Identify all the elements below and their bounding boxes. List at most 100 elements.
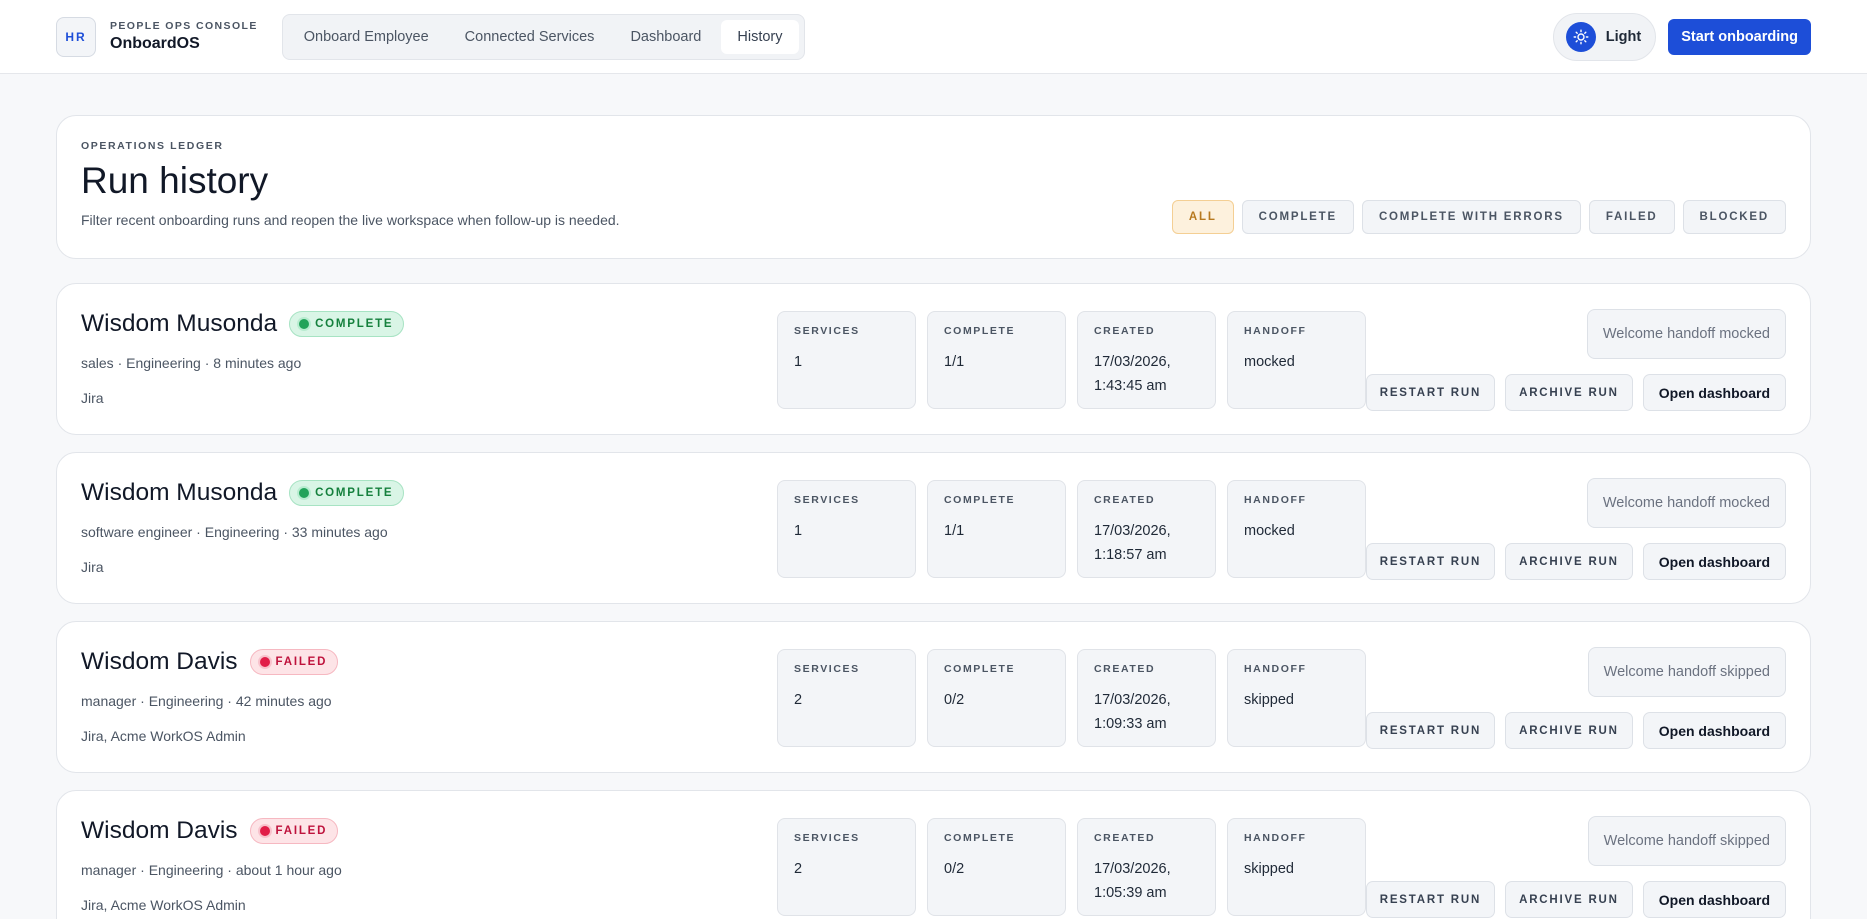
top-bar: HR PEOPLE OPS CONSOLE OnboardOS Onboard … xyxy=(0,0,1867,74)
run-actions: RESTART RUN ARCHIVE RUN Open dashboard xyxy=(1365,881,1786,918)
stat-value: 1/1 xyxy=(944,523,965,539)
handoff-note: Welcome handoff mocked xyxy=(1586,478,1786,528)
status-dot-icon xyxy=(259,826,270,836)
employee-name: Wisdom Musonda xyxy=(81,310,278,337)
stat-complete: COMPLETE 0/2 xyxy=(927,649,1066,747)
restart-run-button[interactable]: RESTART RUN xyxy=(1365,712,1496,749)
status-label: FAILED xyxy=(275,825,328,837)
brand-text: PEOPLE OPS CONSOLE OnboardOS xyxy=(110,20,258,53)
stat-value: 17/03/2026, 1:43:45 am xyxy=(1094,354,1171,394)
status-dot-icon xyxy=(299,319,310,329)
stat-label: SERVICES xyxy=(794,832,860,844)
status-label: COMPLETE xyxy=(315,487,394,499)
tab-history[interactable]: History xyxy=(721,19,799,54)
status-dot-icon xyxy=(299,488,310,498)
stat-complete: COMPLETE 1/1 xyxy=(927,480,1066,578)
stat-label: SERVICES xyxy=(794,494,860,506)
filter-complete-with-errors[interactable]: COMPLETE WITH ERRORS xyxy=(1361,200,1581,234)
stat-label: HANDOFF xyxy=(1244,494,1307,506)
stat-value: 1/1 xyxy=(944,354,965,370)
stat-services: SERVICES 2 xyxy=(777,649,916,747)
stat-handoff: HANDOFF skipped xyxy=(1227,818,1366,916)
handoff-note: Welcome handoff skipped xyxy=(1587,647,1786,697)
stat-services: SERVICES 2 xyxy=(777,818,916,916)
archive-run-button[interactable]: ARCHIVE RUN xyxy=(1505,712,1633,749)
filter-failed[interactable]: FAILED xyxy=(1588,200,1675,234)
stat-value: mocked xyxy=(1244,354,1295,370)
sun-icon xyxy=(1565,22,1596,52)
open-dashboard-button[interactable]: Open dashboard xyxy=(1642,712,1786,749)
employee-name: Wisdom Davis xyxy=(81,648,238,675)
status-filters: ALL COMPLETE COMPLETE WITH ERRORS FAILED… xyxy=(1171,200,1786,234)
stat-label: HANDOFF xyxy=(1244,325,1307,337)
stat-value: mocked xyxy=(1244,523,1295,539)
header-actions: Light Start onboarding xyxy=(1552,0,1811,74)
run-card: Wisdom Davis FAILED manager · Engineerin… xyxy=(56,621,1811,773)
stat-complete: COMPLETE 0/2 xyxy=(927,818,1066,916)
open-dashboard-button[interactable]: Open dashboard xyxy=(1642,374,1786,411)
stat-value: 0/2 xyxy=(944,692,965,708)
handoff-note: Welcome handoff mocked xyxy=(1586,309,1786,359)
main-content: OPERATIONS LEDGER Run history Filter rec… xyxy=(0,115,1867,919)
stat-label: COMPLETE xyxy=(944,494,1016,506)
filter-complete[interactable]: COMPLETE xyxy=(1241,200,1354,234)
theme-toggle[interactable]: Light xyxy=(1552,13,1657,61)
stat-created: CREATED 17/03/2026, 1:09:33 am xyxy=(1077,649,1216,747)
restart-run-button[interactable]: RESTART RUN xyxy=(1365,374,1496,411)
run-card: Wisdom Davis FAILED manager · Engineerin… xyxy=(56,790,1811,919)
stat-services: SERVICES 1 xyxy=(777,311,916,409)
stat-value: skipped xyxy=(1244,861,1294,877)
run-card: Wisdom Musonda COMPLETE sales · Engineer… xyxy=(56,283,1811,435)
stat-value: 1 xyxy=(794,523,803,539)
restart-run-button[interactable]: RESTART RUN xyxy=(1365,543,1496,580)
ledger-kicker: OPERATIONS LEDGER xyxy=(81,140,224,152)
stat-created: CREATED 17/03/2026, 1:05:39 am xyxy=(1077,818,1216,916)
tab-connected-services[interactable]: Connected Services xyxy=(449,20,611,54)
stat-complete: COMPLETE 1/1 xyxy=(927,311,1066,409)
status-dot-icon xyxy=(259,657,270,667)
stat-label: HANDOFF xyxy=(1244,832,1307,844)
stat-value: 2 xyxy=(794,692,803,708)
stat-label: CREATED xyxy=(1094,325,1156,337)
stat-handoff: HANDOFF skipped xyxy=(1227,649,1366,747)
open-dashboard-button[interactable]: Open dashboard xyxy=(1642,881,1786,918)
stat-value: 0/2 xyxy=(944,861,965,877)
employee-name: Wisdom Musonda xyxy=(81,479,278,506)
restart-run-button[interactable]: RESTART RUN xyxy=(1365,881,1496,918)
archive-run-button[interactable]: ARCHIVE RUN xyxy=(1505,543,1633,580)
stat-label: SERVICES xyxy=(794,663,860,675)
stat-handoff: HANDOFF mocked xyxy=(1227,311,1366,409)
open-dashboard-button[interactable]: Open dashboard xyxy=(1642,543,1786,580)
handoff-note: Welcome handoff skipped xyxy=(1587,816,1786,866)
employee-name: Wisdom Davis xyxy=(81,817,238,844)
archive-run-button[interactable]: ARCHIVE RUN xyxy=(1505,881,1633,918)
stat-value: 17/03/2026, 1:09:33 am xyxy=(1094,692,1171,732)
stat-services: SERVICES 1 xyxy=(777,480,916,578)
operations-ledger: OPERATIONS LEDGER Run history Filter rec… xyxy=(56,115,1811,259)
tab-dashboard[interactable]: Dashboard xyxy=(614,20,717,54)
tab-onboard-employee[interactable]: Onboard Employee xyxy=(288,20,445,54)
start-onboarding-button[interactable]: Start onboarding xyxy=(1668,19,1811,55)
brand[interactable]: HR PEOPLE OPS CONSOLE OnboardOS xyxy=(56,16,258,57)
stat-label: CREATED xyxy=(1094,832,1156,844)
theme-label: Light xyxy=(1605,29,1642,45)
filter-blocked[interactable]: BLOCKED xyxy=(1682,200,1786,234)
stat-value: 17/03/2026, 1:18:57 am xyxy=(1094,523,1171,563)
status-badge: FAILED xyxy=(249,818,339,844)
status-label: COMPLETE xyxy=(315,318,394,330)
archive-run-button[interactable]: ARCHIVE RUN xyxy=(1505,374,1633,411)
stat-created: CREATED 17/03/2026, 1:18:57 am xyxy=(1077,480,1216,578)
stat-created: CREATED 17/03/2026, 1:43:45 am xyxy=(1077,311,1216,409)
filter-all[interactable]: ALL xyxy=(1171,200,1234,234)
stat-handoff: HANDOFF mocked xyxy=(1227,480,1366,578)
page-title: Run history xyxy=(81,160,269,201)
status-label: FAILED xyxy=(275,656,328,668)
stat-label: COMPLETE xyxy=(944,832,1016,844)
stat-value: 1 xyxy=(794,354,803,370)
stat-label: COMPLETE xyxy=(944,663,1016,675)
stat-label: HANDOFF xyxy=(1244,663,1307,675)
stat-label: CREATED xyxy=(1094,494,1156,506)
stat-label: CREATED xyxy=(1094,663,1156,675)
stat-value: skipped xyxy=(1244,692,1294,708)
brand-badge: HR xyxy=(56,16,96,57)
